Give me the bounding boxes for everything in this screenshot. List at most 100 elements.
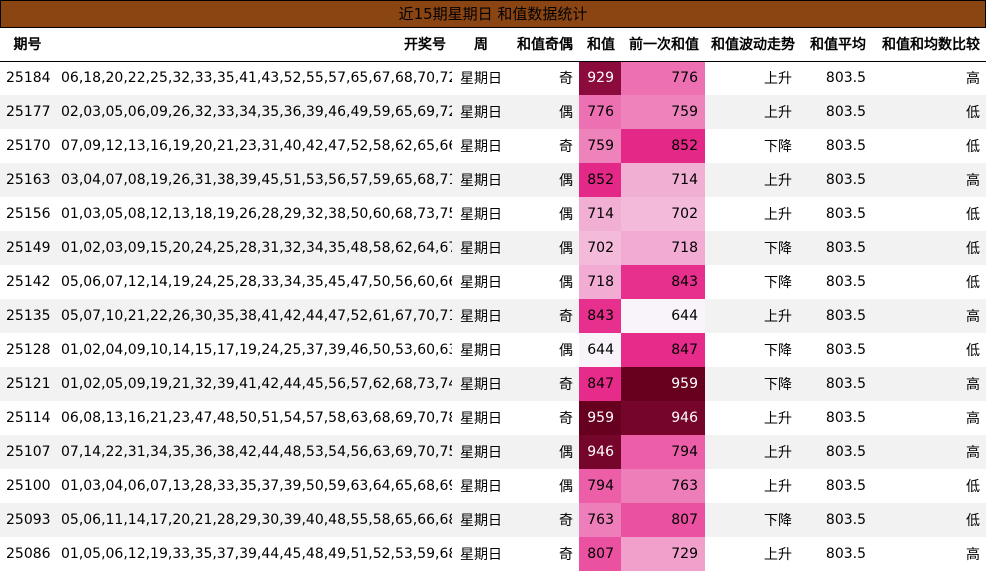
cell-parity: 奇 [559, 139, 573, 155]
cell-issue: 25156 [6, 206, 51, 222]
cell-sum: 929 [579, 61, 621, 95]
cell-numbers: 01,03,05,08,12,13,18,19,26,28,29,32,38,5… [61, 206, 452, 222]
cell-prev-sum: 843 [621, 265, 705, 299]
cell-compare: 低 [872, 231, 986, 265]
cell-issue: 25163 [0, 163, 55, 197]
col-header-avg[interactable]: 和值平均 [798, 28, 872, 62]
cell-week: 星期日 [460, 479, 502, 495]
cell-parity: 偶 [510, 231, 579, 265]
cell-issue: 25128 [6, 342, 51, 358]
col-header-trend[interactable]: 和值波动走势 [705, 28, 798, 62]
cell-prev-sum: 794 [621, 435, 705, 469]
cell-compare: 高 [966, 411, 980, 427]
cell-sum: 852 [579, 163, 621, 197]
cell-parity: 偶 [510, 95, 579, 129]
cell-trend: 下降 [705, 503, 798, 537]
cell-trend: 下降 [705, 231, 798, 265]
cell-avg: 803.5 [798, 503, 872, 537]
col-header-issue[interactable]: 期号 [0, 28, 55, 62]
cell-week: 星期日 [460, 139, 502, 155]
table-row[interactable]: 25184 06,18,20,22,25,32,33,35,41,43,52,55… [0, 61, 986, 95]
cell-numbers: 07,09,12,13,16,19,20,21,23,31,40,42,47,5… [61, 138, 452, 154]
col-header-prev-sum[interactable]: 前一次和值 [621, 28, 705, 62]
cell-prev-sum: 718 [621, 231, 705, 265]
cell-week: 星期日 [460, 411, 502, 427]
cell-avg: 803.5 [825, 274, 866, 290]
cell-issue: 25086 [6, 546, 51, 562]
sum-stats-table: 期号 开奖号 周 和值奇偶 和值 前一次和值 和值波动走势 和值平均 和值和均数… [0, 28, 986, 571]
table-row[interactable]: 25093 05,06,11,14,17,20,21,28,29,30,39,40… [0, 503, 986, 537]
cell-compare: 低 [966, 479, 980, 495]
cell-parity: 偶 [559, 275, 573, 291]
cell-week: 星期日 [452, 435, 510, 469]
cell-avg: 803.5 [798, 367, 872, 401]
cell-week: 星期日 [452, 231, 510, 265]
cell-issue: 25184 [6, 70, 51, 87]
cell-prev-sum: 729 [621, 537, 705, 571]
table-row[interactable]: 25156 01,03,05,08,12,13,18,19,26,28,29,32… [0, 197, 986, 231]
col-header-parity[interactable]: 和值奇偶 [510, 28, 579, 62]
table-row[interactable]: 25121 01,02,05,09,19,21,32,39,41,42,44,45… [0, 367, 986, 401]
col-header-numbers[interactable]: 开奖号 [55, 28, 452, 62]
col-header-compare[interactable]: 和值和均数比较 [872, 28, 986, 62]
table-row[interactable]: 25142 05,06,07,12,14,19,24,25,28,33,34,35… [0, 265, 986, 299]
table-row[interactable]: 25163 03,04,07,08,19,26,31,38,39,45,51,53… [0, 163, 986, 197]
cell-sum: 763 [579, 503, 621, 537]
cell-avg: 803.5 [825, 138, 866, 154]
cell-trend: 上升 [764, 411, 792, 427]
cell-avg: 803.5 [798, 95, 872, 129]
cell-numbers: 01,05,06,12,19,33,35,37,39,44,45,48,49,5… [61, 546, 452, 562]
col-header-sum[interactable]: 和值 [579, 28, 621, 62]
cell-week: 星期日 [452, 503, 510, 537]
cell-numbers: 02,03,05,06,09,26,32,33,34,35,36,39,46,4… [55, 95, 452, 129]
cell-avg: 803.5 [798, 231, 872, 265]
table-row[interactable]: 25170 07,09,12,13,16,19,20,21,23,31,40,42… [0, 129, 986, 163]
cell-compare: 高 [966, 547, 980, 563]
cell-prev-sum: 959 [621, 367, 705, 401]
cell-avg: 803.5 [798, 435, 872, 469]
cell-week: 星期日 [460, 547, 502, 563]
cell-sum: 644 [579, 333, 621, 367]
cell-issue: 25093 [0, 503, 55, 537]
cell-parity: 奇 [510, 367, 579, 401]
table-row[interactable]: 25114 06,08,13,16,21,23,47,48,50,51,54,57… [0, 401, 986, 435]
table-row[interactable]: 25086 01,05,06,12,19,33,35,37,39,44,45,48… [0, 537, 986, 571]
cell-week: 星期日 [452, 367, 510, 401]
cell-sum: 718 [579, 265, 621, 299]
cell-numbers: 01,03,04,06,07,13,28,33,35,37,39,50,59,6… [61, 478, 452, 494]
cell-issue: 25121 [0, 367, 55, 401]
table-body: 25184 06,18,20,22,25,32,33,35,41,43,52,55… [0, 61, 986, 571]
col-header-week[interactable]: 周 [452, 28, 510, 62]
cell-sum: 759 [579, 129, 621, 163]
cell-trend: 上升 [764, 479, 792, 495]
cell-prev-sum: 763 [621, 469, 705, 503]
cell-prev-sum: 852 [621, 129, 705, 163]
table-row[interactable]: 25128 01,02,04,09,10,14,15,17,19,24,25,37… [0, 333, 986, 367]
cell-compare: 低 [966, 207, 980, 223]
cell-week: 星期日 [460, 275, 502, 291]
cell-trend: 上升 [764, 71, 792, 88]
cell-compare: 低 [966, 275, 980, 291]
table-row[interactable]: 25149 01,02,03,09,15,20,24,25,28,31,32,34… [0, 231, 986, 265]
table-row[interactable]: 25135 05,07,10,21,22,26,30,35,38,41,42,44… [0, 299, 986, 333]
table-row[interactable]: 25107 07,14,22,31,34,35,36,38,42,44,48,53… [0, 435, 986, 469]
table-row[interactable]: 25100 01,03,04,06,07,13,28,33,35,37,39,50… [0, 469, 986, 503]
cell-compare: 低 [872, 95, 986, 129]
cell-trend: 下降 [705, 367, 798, 401]
table-row[interactable]: 25177 02,03,05,06,09,26,32,33,34,35,36,39… [0, 95, 986, 129]
cell-compare: 低 [872, 503, 986, 537]
cell-avg: 803.5 [825, 410, 866, 426]
cell-parity: 偶 [559, 479, 573, 495]
cell-avg: 803.5 [798, 163, 872, 197]
cell-trend: 上升 [764, 547, 792, 563]
cell-numbers: 01,02,04,09,10,14,15,17,19,24,25,37,39,4… [61, 342, 452, 358]
cell-sum: 959 [579, 401, 621, 435]
cell-parity: 偶 [559, 343, 573, 359]
cell-avg: 803.5 [825, 342, 866, 358]
cell-prev-sum: 807 [621, 503, 705, 537]
cell-numbers: 06,08,13,16,21,23,47,48,50,51,54,57,58,6… [61, 410, 452, 426]
cell-issue: 25149 [0, 231, 55, 265]
cell-numbers: 05,06,07,12,14,19,24,25,28,33,34,35,45,4… [61, 274, 452, 290]
cell-prev-sum: 847 [621, 333, 705, 367]
cell-numbers: 03,04,07,08,19,26,31,38,39,45,51,53,56,5… [55, 163, 452, 197]
